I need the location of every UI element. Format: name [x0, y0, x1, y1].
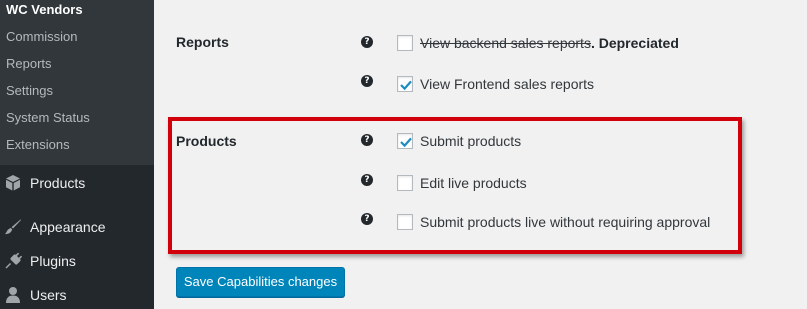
view-backend-reports-checkbox[interactable]: [397, 35, 413, 51]
view-frontend-reports-checkbox[interactable]: [397, 76, 413, 92]
view-backend-reports-text: View backend sales reports: [420, 35, 591, 51]
menu-label-plugins: Plugins: [30, 253, 76, 269]
submit-live-without-approval-checkbox[interactable]: [397, 214, 413, 230]
submit-products-checkbox[interactable]: [397, 133, 413, 149]
help-icon[interactable]: ?: [361, 213, 373, 225]
paintbrush-icon: [5, 219, 21, 235]
view-frontend-reports-label: View Frontend sales reports: [420, 76, 595, 92]
help-icon[interactable]: ?: [361, 75, 373, 87]
wc-vendors-submenu: WC Vendors Commission Reports Settings S…: [0, 0, 154, 165]
help-icon[interactable]: ?: [361, 36, 373, 48]
submenu-item-commission[interactable]: Commission: [6, 29, 78, 44]
depreciated-note: . Depreciated: [590, 35, 679, 51]
view-backend-reports-label: View backend sales reports. Depreciated: [420, 35, 679, 51]
menu-item-products[interactable]: Products: [0, 166, 154, 200]
user-icon: [6, 287, 20, 303]
submenu-item-system-status[interactable]: System Status: [6, 110, 90, 125]
plug-icon: [5, 252, 22, 269]
submit-live-without-approval-label: Submit products live without requiring a…: [420, 214, 711, 230]
admin-sidebar: WC Vendors Commission Reports Settings S…: [0, 0, 154, 309]
save-capabilities-button[interactable]: Save Capabilities changes: [176, 267, 345, 297]
submit-products-label: Submit products: [420, 133, 522, 149]
menu-item-appearance[interactable]: Appearance: [0, 210, 154, 244]
edit-live-products-checkbox[interactable]: [397, 175, 413, 191]
box-icon: [6, 175, 20, 191]
submenu-item-reports[interactable]: Reports: [6, 56, 52, 71]
submenu-item-extensions[interactable]: Extensions: [6, 137, 70, 152]
help-icon[interactable]: ?: [361, 174, 373, 186]
reports-section-label: Reports: [176, 34, 229, 50]
menu-item-users[interactable]: Users: [0, 278, 154, 309]
edit-live-products-label: Edit live products: [420, 175, 527, 191]
submenu-title[interactable]: WC Vendors: [6, 2, 83, 17]
submenu-item-settings[interactable]: Settings: [6, 83, 53, 98]
menu-label-appearance: Appearance: [30, 219, 106, 235]
help-icon[interactable]: ?: [361, 134, 373, 146]
menu-label-users: Users: [30, 287, 67, 303]
menu-label-products: Products: [30, 175, 86, 191]
products-section-label: Products: [176, 133, 237, 149]
checkmark-icon: [400, 80, 412, 91]
menu-item-plugins[interactable]: Plugins: [0, 244, 154, 278]
checkmark-icon: [400, 137, 412, 148]
